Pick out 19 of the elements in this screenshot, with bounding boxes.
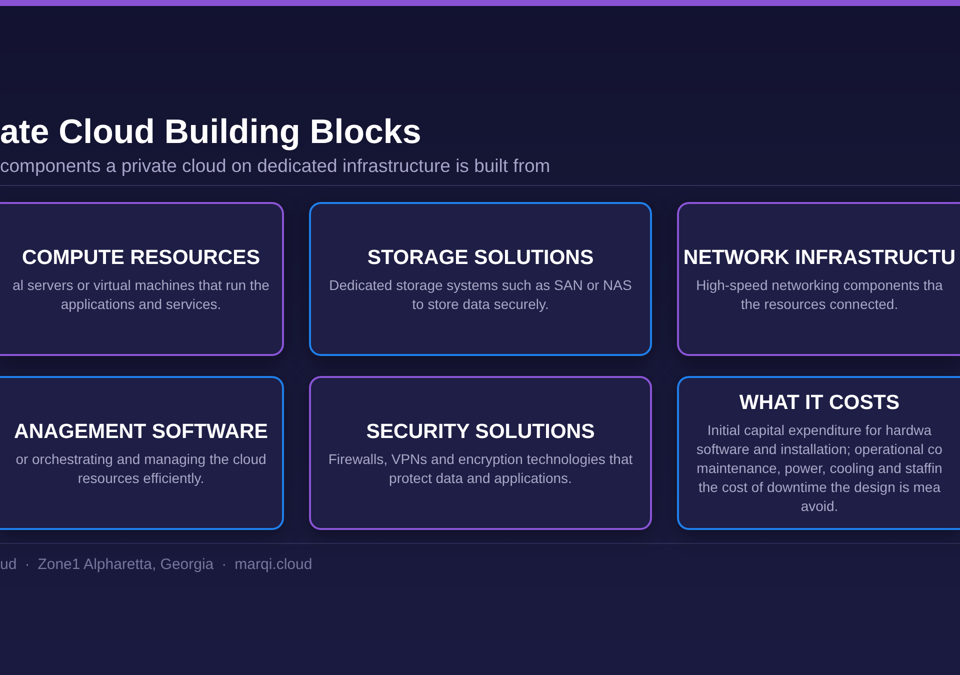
footer-text: marqi.cloud bbox=[234, 556, 312, 573]
footer-text: · bbox=[24, 556, 30, 573]
card-title: STORAGE SOLUTIONS bbox=[367, 244, 594, 270]
card-title: COMPUTE RESOURCES bbox=[22, 244, 260, 270]
card-description: Firewalls, VPNs and encryption technologies that protect data and applications. bbox=[328, 450, 633, 488]
footer-text: · bbox=[222, 556, 227, 573]
card-description: al servers or virtual machines that run the applications and services. bbox=[12, 276, 270, 314]
card-title: ANAGEMENT SOFTWARE bbox=[14, 418, 268, 444]
card-description: or orchestrating and managing the cloud resources efficiently. bbox=[16, 450, 266, 488]
card-title: WHAT IT COSTS bbox=[739, 390, 900, 416]
card-title: SECURITY SOLUTIONS bbox=[366, 418, 595, 444]
card-description: High-speed networking components tha the resources connected. bbox=[696, 276, 943, 314]
card-description: Initial capital expenditure for hardwa software and installation; operational co maintenance, power, cooling and staffin the cost of downtime the design is mea avoid. bbox=[696, 421, 942, 516]
card-title: NETWORK INFRASTRUCTU bbox=[683, 244, 956, 270]
page-title: ate Cloud Building Blocks bbox=[0, 112, 422, 152]
page-subtitle: components a private cloud on dedicated infrastructure is built from bbox=[0, 154, 552, 178]
footer-text: Zone1 Alpharetta, Georgia bbox=[38, 556, 214, 573]
footer-text: ud bbox=[0, 556, 17, 573]
card-description: Dedicated storage systems such as SAN or NAS to store data securely. bbox=[329, 276, 632, 314]
